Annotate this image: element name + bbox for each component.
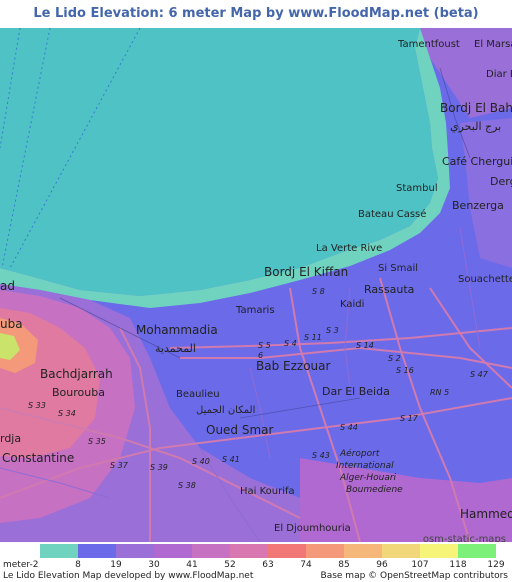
legend-swatch (154, 544, 192, 558)
map-label-mohammadia-ar: المحمدية (155, 342, 196, 355)
road-label-s14: S 14 (356, 341, 374, 350)
legend-swatch (40, 544, 78, 558)
map-canvas: Tamentfoust El Marsa Diar E Bordj El Bah… (0, 28, 512, 542)
map-label-bordj-el-bahri: Bordj El Bah (440, 101, 512, 115)
road-label-s3: S 3 (326, 326, 339, 335)
legend-swatch (382, 544, 420, 558)
map-label-aeroport-4: Boumediene (346, 485, 403, 495)
legend-tick-label: 107 (411, 560, 429, 570)
legend-swatch (458, 544, 496, 558)
legend-tick-label: 118 (449, 560, 467, 570)
map-label-si-smail: Si Smail (378, 263, 418, 274)
map-label-diar-el: Diar E (486, 69, 512, 80)
legend-swatch (306, 544, 344, 558)
map-label-hammedi: Hammedi (460, 507, 512, 521)
map-label-uba: uba (0, 317, 23, 331)
map-label-derg: Derg (490, 175, 512, 188)
road-label-s17: S 17 (400, 414, 419, 423)
map-label-souachette: Souachette (458, 274, 512, 285)
legend-tick-label: -2 (29, 560, 39, 570)
legend-tick-label: 52 (224, 560, 236, 570)
road-label-s47: S 47 (470, 370, 489, 379)
road-label-s43: S 43 (312, 451, 330, 460)
legend-tick-label: 19 (110, 560, 122, 570)
map-label-benzerga: Benzerga (452, 199, 504, 212)
map-label-bourouba: Bourouba (52, 386, 105, 399)
road-label-s40: S 40 (192, 457, 210, 466)
legend-swatch (268, 544, 306, 558)
map-label-beaulieu-ar: المكان الجميل (196, 405, 255, 416)
map-label-bordj-el-bahri-ar: برج البحري (450, 120, 501, 133)
map-label-bordj-el-kiffan: Bordj El Kiffan (264, 265, 348, 279)
road-label-s41: S 41 (222, 455, 240, 464)
road-label-s5: S 5 (258, 341, 271, 350)
legend-tick-label: 41 (186, 560, 198, 570)
footer-credit-left: Le Lido Elevation Map developed by www.F… (3, 571, 254, 581)
title-bar: Le Lido Elevation: 6 meter Map by www.Fl… (0, 0, 512, 28)
road-label-s11: S 11 (304, 333, 322, 342)
map-label-beaulieu: Beaulieu (176, 389, 220, 400)
legend-tick-label: 129 (487, 560, 505, 570)
map-label-aeroport-1: Aéroport (339, 448, 380, 459)
elevation-map[interactable]: Tamentfoust El Marsa Diar E Bordj El Bah… (0, 28, 512, 542)
legend-tick-label: 30 (148, 560, 160, 570)
road-label-s16: S 16 (396, 366, 414, 375)
map-label-oued-smar: Oued Smar (206, 423, 274, 437)
road-label-s35: S 35 (88, 437, 106, 446)
map-label-bachdjarrah: Bachdjarrah (40, 367, 113, 381)
map-label-bateau-casse: Bateau Cassé (358, 208, 426, 220)
legend-tick-label: 85 (338, 560, 350, 570)
legend-tick-label: 8 (75, 560, 81, 570)
road-label-s8: S 8 (312, 287, 325, 296)
road-label-s2: S 2 (388, 354, 401, 363)
legend-tick-label: 96 (376, 560, 388, 570)
map-label-bab-ezzouar: Bab Ezzouar (256, 359, 330, 373)
legend-swatch (230, 544, 268, 558)
road-label-rn5: RN 5 (430, 388, 449, 397)
legend-tick-label: 74 (300, 560, 312, 570)
map-label-cafe-chergui: Café Chergui (442, 155, 512, 168)
road-label-s37: S 37 (110, 461, 129, 470)
map-label-tamentfoust: Tamentfoust (397, 39, 460, 50)
map-label-rassauta: Rassauta (364, 283, 414, 296)
map-label-mohammadia: Mohammadia (136, 323, 218, 337)
map-label-aeroport-2: International (336, 461, 394, 471)
legend-tick-label: 63 (262, 560, 274, 570)
footer-credit-right: Base map © OpenStreetMap contributors (320, 571, 508, 581)
road-label-s4: S 4 (284, 339, 297, 348)
road-label-s44: S 44 (340, 423, 358, 432)
map-label-rdja: rdja (0, 432, 21, 445)
map-label-hai-kourifa: Hai Kourifa (240, 486, 295, 497)
legend-swatch (420, 544, 458, 558)
map-label-la-verte-rive: La Verte Rive (316, 243, 382, 254)
map-label-dar-el-beida: Dar El Beida (322, 385, 390, 398)
legend-swatch (192, 544, 230, 558)
map-label-tamaris: Tamaris (235, 305, 275, 316)
legend-swatch (78, 544, 116, 558)
road-label-s38: S 38 (178, 481, 196, 490)
map-label-stambul: Stambul (396, 183, 438, 194)
map-label-constantine: Constantine (2, 451, 74, 465)
road-label-s39: S 39 (150, 463, 168, 472)
map-label-ad: ad (0, 279, 15, 293)
legend: meter -2 8 19 30 41 52 63 74 85 96 107 118 129 Le Li… (0, 542, 512, 582)
map-label-kaidi: Kaidi (340, 299, 364, 310)
legend-swatch (116, 544, 154, 558)
road-label-s34: S 34 (58, 409, 76, 418)
road-label-s6: 6 (258, 351, 263, 360)
map-label-el-djoumhouria: El Djoumhouria (274, 523, 351, 534)
map-label-aeroport-3: Alger-Houari (339, 473, 397, 483)
legend-swatches (40, 544, 496, 558)
legend-swatch (344, 544, 382, 558)
map-label-el-marsa: El Marsa (474, 39, 512, 50)
page-title: Le Lido Elevation: 6 meter Map by www.Fl… (33, 6, 479, 21)
road-label-s33: S 33 (28, 401, 46, 410)
